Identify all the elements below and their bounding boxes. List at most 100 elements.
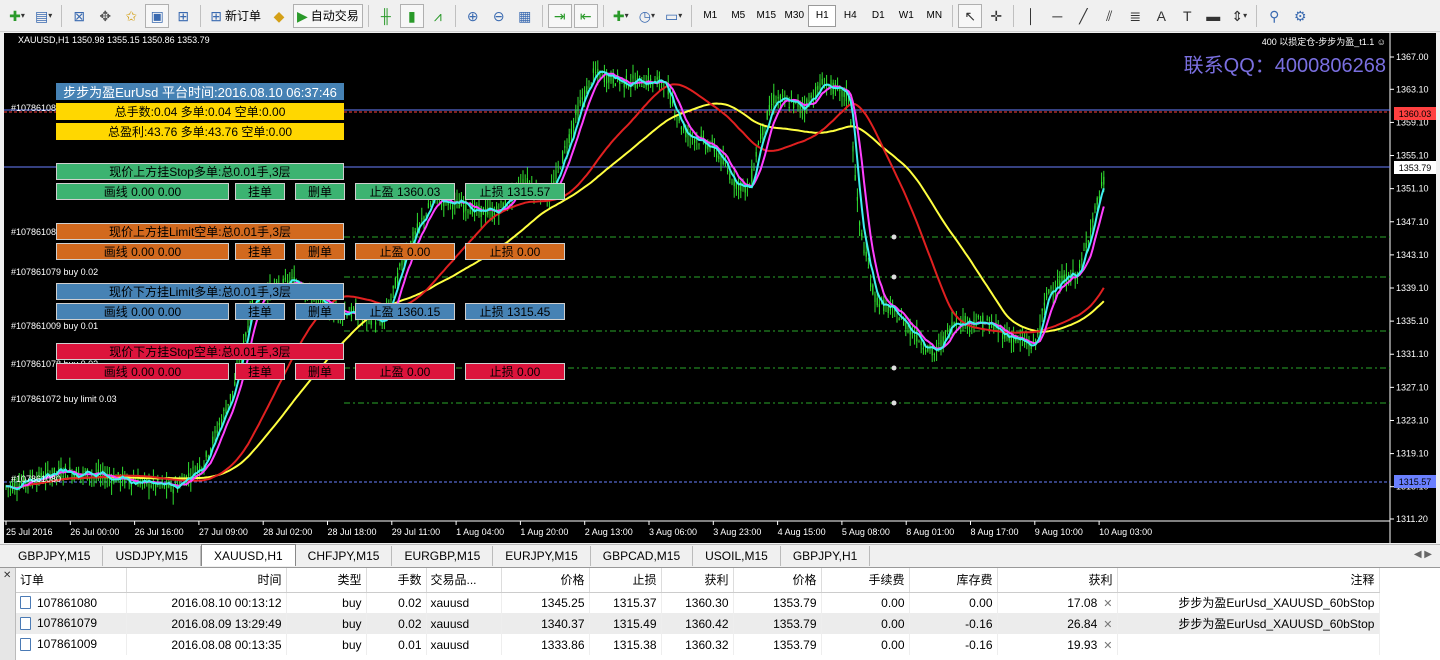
column-header[interactable]: 交易品... [426,568,502,593]
templates-icon[interactable]: ▭ ▾ [661,4,686,28]
stop-sell-delete-button[interactable]: 删单 [295,363,345,380]
new-chart-icon[interactable]: ✚ ▾ [5,4,29,28]
candle-body [614,83,616,86]
symbol-tab[interactable]: CHFJPY,M15 [296,546,393,566]
crosshair-icon[interactable]: ✛ [984,4,1008,28]
timeframe-mn-button[interactable]: MN [920,5,948,27]
text-icon[interactable]: A [1149,4,1173,28]
timeframe-d1-button[interactable]: D1 [864,5,892,27]
limit-sell-delete-button[interactable]: 删单 [295,243,345,260]
search-icon[interactable]: ⚲ [1262,4,1286,28]
data-window-icon[interactable]: ✥ [93,4,117,28]
limit-sell-sl-field[interactable]: 止损 0.00 [465,243,565,260]
column-header[interactable]: 订单 [16,568,127,593]
stop-buy-place-button[interactable]: 挂单 [235,183,285,200]
stop-buy-sl-field[interactable]: 止损 1315.57 [465,183,565,200]
candlestick-icon[interactable]: ▮ [399,3,424,28]
column-header[interactable]: 止损 [589,568,662,593]
stop-sell-place-button[interactable]: 挂单 [235,363,285,380]
symbol-tab[interactable]: XAUUSD,H1 [200,544,296,566]
symbol-tab[interactable]: USDJPY,M15 [103,546,201,566]
indicators-icon[interactable]: ✚ ▾ [609,4,633,28]
timeframe-h4-button[interactable]: H4 [836,5,864,27]
timeframe-h1-button[interactable]: H1 [808,4,837,27]
settings-icon[interactable]: ⚙ [1288,4,1312,28]
strategy-tester-icon[interactable]: ⊞ [171,4,195,28]
limit-buy-sl-field[interactable]: 止损 1315.45 [465,303,565,320]
stop-sell-draw-button[interactable]: 画线 0.00 0.00 [56,363,229,380]
table-cell: 0.00 [821,613,910,634]
table-row[interactable]: 107861009 2016.08.08 00:13:35 buy 0.01 xauus… [16,634,1380,655]
tile-windows-icon[interactable]: ▦ [513,4,537,28]
limit-buy-delete-button[interactable]: 删单 [295,303,345,320]
candle-body [755,151,757,157]
close-icon[interactable]: ✕ [3,570,11,581]
timeframe-m5-button[interactable]: M5 [724,5,752,27]
timeframe-w1-button[interactable]: W1 [892,5,920,27]
symbol-tab[interactable]: GBPCAD,M15 [591,546,694,566]
trendline-icon[interactable]: ╱ [1071,4,1095,28]
column-header[interactable]: 价格 [501,568,590,593]
auto-trading-button[interactable]: ▶ 自动交易 [293,3,363,28]
limit-buy-tp-field[interactable]: 止盈 1360.15 [355,303,455,320]
symbol-tab[interactable]: EURGBP,M15 [392,546,494,566]
column-header[interactable]: 库存费 [909,568,998,593]
metaeditor-icon[interactable]: ◆ [267,4,291,28]
column-header[interactable]: 类型 [286,568,367,593]
candle-body [918,340,920,343]
periods-icon[interactable]: ◷ ▾ [635,4,659,28]
line-chart-icon[interactable]: ⩘ [426,4,450,28]
chart-shift-icon[interactable]: ⇤ [573,3,598,28]
tab-scroll-arrows-icon[interactable]: ◀ ▶ [1414,549,1432,560]
limit-buy-place-button[interactable]: 挂单 [235,303,285,320]
symbol-tab[interactable]: GBPJPY,M15 [6,546,104,566]
stop-sell-sl-field[interactable]: 止损 0.00 [465,363,565,380]
channel-icon[interactable]: ⫽ [1097,4,1121,28]
stop-buy-delete-button[interactable]: 删单 [295,183,345,200]
terminal-icon[interactable]: ▣ [145,3,170,28]
stop-buy-tp-field[interactable]: 止盈 1360.03 [355,183,455,200]
arrows-icon[interactable]: ⇕ ▾ [1227,4,1251,28]
navigator-icon[interactable]: ✩ [119,4,143,28]
timeframe-m1-button[interactable]: M1 [696,5,724,27]
table-row[interactable]: 107861080 2016.08.10 00:13:12 buy 0.02 xauus… [16,592,1380,613]
autoscroll-icon[interactable]: ⇥ [547,3,572,28]
stop-buy-draw-button[interactable]: 画线 0.00 0.00 [56,183,229,200]
symbol-tab[interactable]: EURJPY,M15 [493,546,591,566]
column-header[interactable]: 手数 [366,568,427,593]
column-header[interactable]: 手续费 [821,568,910,593]
symbol-tab[interactable]: USOIL,M15 [693,546,781,566]
label-icon[interactable]: T [1175,4,1199,28]
close-order-icon[interactable]: ✕ [1097,619,1112,631]
shapes-icon[interactable]: ▬ [1201,4,1225,28]
profiles-icon[interactable]: ▤ ▾ [31,4,56,28]
fibonacci-icon[interactable]: ≣ [1123,4,1147,28]
zoom-in-icon[interactable]: ⊕ [461,4,485,28]
horizontal-line-icon[interactable]: ─ [1045,4,1069,28]
column-header[interactable]: 注释 [1117,568,1380,593]
table-row[interactable]: 107861079 2016.08.09 13:29:49 buy 0.02 xauus… [16,613,1380,634]
limit-sell-tp-field[interactable]: 止盈 0.00 [355,243,455,260]
zoom-out-icon[interactable]: ⊖ [487,4,511,28]
timeframe-m30-button[interactable]: M30 [780,5,808,27]
column-header[interactable]: 时间 [126,568,287,593]
close-order-icon[interactable]: ✕ [1097,640,1112,652]
limit-buy-draw-button[interactable]: 画线 0.00 0.00 [56,303,229,320]
column-header[interactable]: 获利 [997,568,1118,593]
table-cell: buy [286,613,367,634]
candle-body [392,285,394,289]
limit-sell-draw-button[interactable]: 画线 0.00 0.00 [56,243,229,260]
column-header[interactable]: 价格 [733,568,822,593]
new-order-button[interactable]: ⊞ 新订单 [206,4,265,28]
bar-chart-icon[interactable]: ╫ [374,4,398,28]
stop-sell-tp-field[interactable]: 止盈 0.00 [355,363,455,380]
column-header[interactable]: 获利 [661,568,734,593]
limit-sell-place-button[interactable]: 挂单 [235,243,285,260]
market-watch-icon[interactable]: ⊠ [67,4,91,28]
price-chart[interactable]: 1367.00 1363.10 1359.10 1355.10 1351.10 1347.… [4,33,1436,543]
vertical-line-icon[interactable]: │ [1019,4,1043,28]
timeframe-m15-button[interactable]: M15 [752,5,780,27]
cursor-icon[interactable]: ↖ [958,3,983,28]
symbol-tab[interactable]: GBPJPY,H1 [781,546,871,566]
close-order-icon[interactable]: ✕ [1097,598,1112,610]
